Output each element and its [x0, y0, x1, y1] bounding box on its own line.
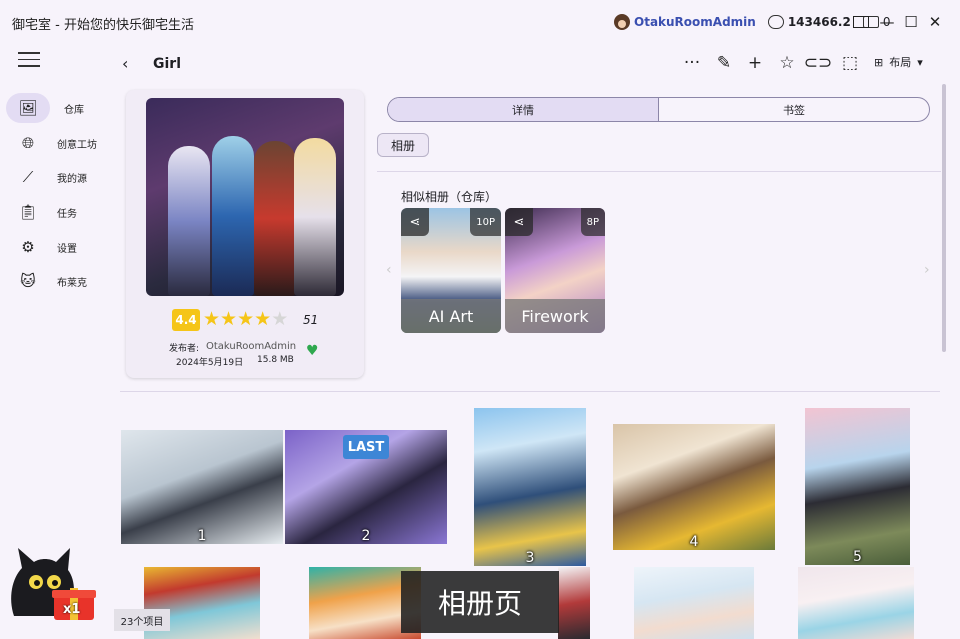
star-icon[interactable]: ★	[220, 308, 237, 330]
star-rating[interactable]: ★★★★★	[203, 308, 288, 330]
avatar[interactable]	[614, 14, 630, 30]
chevron-left-icon[interactable]: ‹	[386, 262, 392, 278]
star-icon[interactable]: ★	[254, 308, 271, 330]
select-icon[interactable]: ⬚	[838, 52, 862, 74]
gallery-thumbnail[interactable]	[634, 567, 754, 639]
share-icon[interactable]: ⋖	[505, 208, 533, 236]
sidebar-item-tasks[interactable]: 📋︎ 任务	[6, 197, 116, 227]
similar-album-caption: Firework	[505, 299, 605, 333]
gallery-thumbnail[interactable]: 5	[805, 408, 910, 565]
star-icon[interactable]: ☆	[775, 52, 799, 74]
rating-badge: 4.4	[172, 309, 200, 331]
album-chip[interactable]: 相册	[377, 133, 429, 157]
gift-count: x1	[63, 602, 81, 617]
page-title: Girl	[153, 56, 181, 72]
more-icon[interactable]: ···	[680, 52, 704, 74]
tab-details[interactable]: 详情	[388, 98, 659, 121]
gear-icon: ⚙	[21, 238, 35, 256]
thumbnail-index: 5	[853, 549, 862, 565]
caret-down-icon: ▾	[917, 55, 923, 69]
add-icon[interactable]: +	[743, 52, 767, 74]
thumbnail-index: 4	[689, 534, 699, 550]
divider	[120, 391, 940, 392]
layout-button[interactable]: ⊞ 布局 ▾	[874, 54, 923, 70]
app-title: 御宅室 - 开始您的快乐御宅生活	[12, 18, 194, 33]
thumbnail-index: 1	[197, 528, 207, 544]
rating-count: 51	[303, 313, 319, 327]
back-icon[interactable]: ‹	[122, 54, 128, 73]
sidebar-item-label: 布莱克	[57, 277, 87, 289]
gallery-thumbnail[interactable]: 4	[613, 424, 775, 550]
chevron-right-icon[interactable]: ›	[924, 262, 930, 278]
sidebar-item-settings[interactable]: ⚙ 设置	[6, 232, 116, 262]
similar-album-card[interactable]: ⋖ 10P AI Art	[401, 208, 501, 333]
share-icon[interactable]: ⋖	[401, 208, 429, 236]
similar-album-caption: AI Art	[401, 299, 501, 333]
sidebar-item-label: 设置	[57, 243, 77, 255]
sidebar-item-label: 创意工坊	[57, 139, 97, 151]
publisher-label: 发布者:	[169, 344, 200, 354]
star-icon[interactable]: ★	[203, 308, 220, 330]
gallery-thumbnail[interactable]	[558, 567, 590, 639]
sidebar-item-label: 我的源	[57, 173, 87, 185]
sidebar-item-warehouse[interactable]: 🖼 仓库	[6, 93, 84, 123]
last-read-badge: LAST	[343, 435, 389, 459]
publish-date: 2024年5月19日	[176, 358, 244, 368]
page-count: 10P	[470, 208, 501, 236]
album-size: 15.8 MB	[257, 355, 294, 365]
close-button[interactable]: ✕	[924, 12, 946, 32]
grid-icon: ⊞	[874, 55, 884, 69]
similar-albums-title: 相似相册（仓库）	[401, 190, 498, 204]
gallery-thumbnail[interactable]	[798, 567, 914, 639]
thumbnail-index: 2	[361, 528, 371, 544]
cat-mascot-icon[interactable]	[4, 538, 96, 622]
sidebar-item-sources[interactable]: ⟋ 我的源	[6, 162, 116, 192]
coin-icon	[767, 15, 784, 29]
thumbnail-index: 3	[525, 550, 535, 566]
maximize-button[interactable]: ☐	[900, 12, 922, 32]
warehouse-icon: 🖼	[18, 99, 38, 117]
mail-icon[interactable]	[850, 12, 872, 32]
coin-balance: 143466.2	[787, 15, 851, 29]
minimize-button[interactable]: —	[876, 12, 898, 32]
edit-icon[interactable]: ✎	[712, 52, 736, 74]
sidebar-item-label: 任务	[57, 208, 77, 220]
cat-icon: 🐱︎	[20, 272, 36, 290]
tab-bar: 详情 书签	[387, 97, 930, 122]
heart-icon[interactable]: ♥	[306, 344, 320, 358]
gallery-thumbnail[interactable]: 1	[121, 430, 283, 544]
sidebar-item-label: 仓库	[64, 104, 84, 116]
task-icon: 📋︎	[18, 203, 38, 221]
star-icon[interactable]: ★	[271, 308, 288, 330]
toast-message: 相册页	[401, 571, 559, 633]
globe-icon: 🌐︎	[21, 134, 34, 152]
similar-album-card[interactable]: ⋖ 8P Firework	[505, 208, 605, 333]
source-icon: ⟋	[22, 168, 34, 186]
link-icon[interactable]: ⊂⊃	[804, 52, 833, 74]
star-icon[interactable]: ★	[237, 308, 254, 330]
sidebar-item-workshop[interactable]: 🌐︎ 创意工坊	[6, 128, 116, 158]
tab-bookmarks[interactable]: 书签	[659, 98, 929, 121]
layout-label: 布局	[889, 56, 912, 69]
sidebar-item-black[interactable]: 🐱︎ 布莱克	[6, 266, 116, 296]
menu-icon[interactable]	[18, 52, 40, 68]
publisher-name[interactable]: OtakuRoomAdmin	[206, 341, 296, 352]
item-count-label: 23个项目	[114, 609, 170, 631]
divider	[377, 171, 941, 172]
user-area[interactable]: OtakuRoomAdmin 143466.2 0	[614, 12, 890, 32]
album-cover[interactable]	[146, 98, 344, 296]
scrollbar[interactable]	[942, 84, 946, 352]
username-link[interactable]: OtakuRoomAdmin	[634, 15, 756, 29]
gallery-thumbnail[interactable]: 3	[474, 408, 586, 566]
page-count: 8P	[580, 208, 605, 236]
